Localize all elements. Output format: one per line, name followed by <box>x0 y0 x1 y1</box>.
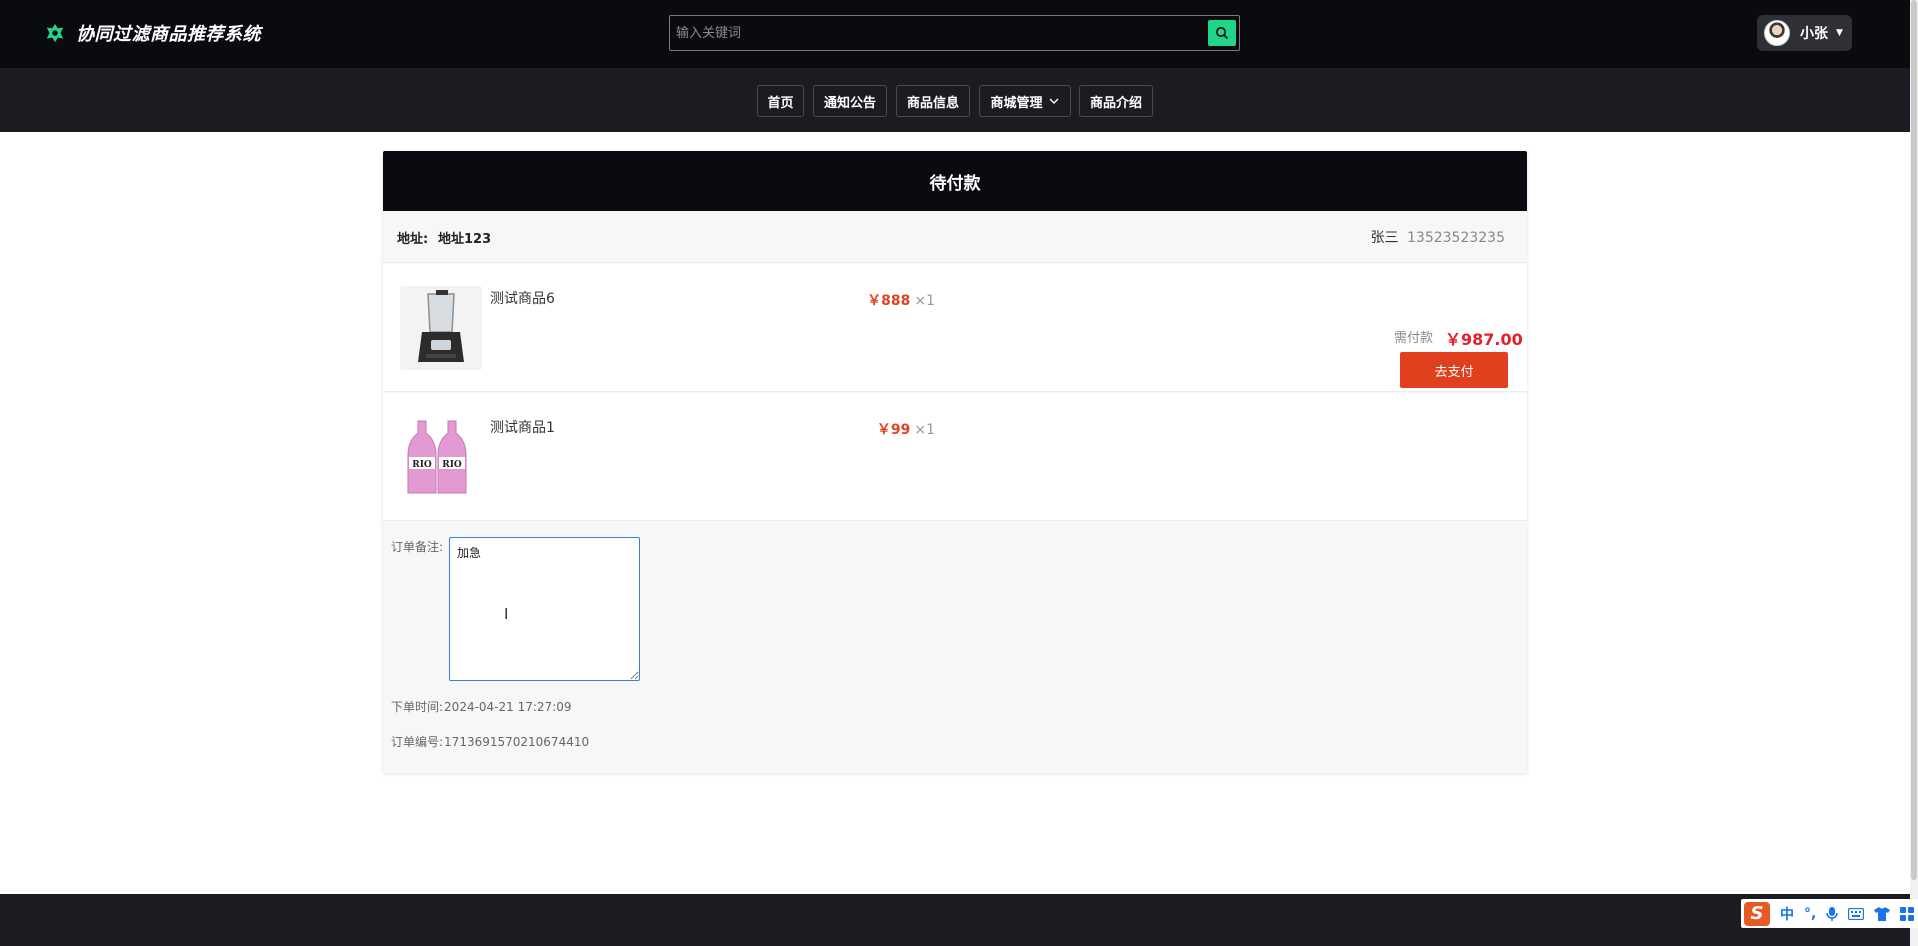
keyboard-icon[interactable] <box>1848 907 1865 920</box>
microphone-icon[interactable] <box>1826 906 1839 922</box>
skin-shirt-icon[interactable] <box>1874 906 1891 921</box>
svg-text:RIO: RIO <box>412 460 432 470</box>
product-price: ￥888 ×1 <box>867 290 935 310</box>
quantity: ×1 <box>914 422 935 438</box>
price-value: ￥99 <box>876 422 911 438</box>
quantity: ×1 <box>914 293 935 309</box>
order-number-value: 1713691570210674410 <box>444 735 590 749</box>
ime-logo-icon[interactable]: S <box>1744 901 1770 926</box>
order-status-title: 待付款 <box>383 151 1527 211</box>
page-scrollbar[interactable] <box>1910 0 1918 946</box>
grid-menu-icon[interactable] <box>1900 906 1915 921</box>
address-value: 地址123 <box>438 232 492 247</box>
app-title: 协同过滤商品推荐系统 <box>76 24 261 45</box>
product-image[interactable] <box>400 286 482 370</box>
bottles-image: RIO RIO <box>400 415 482 499</box>
product-name[interactable]: 测试商品1 <box>490 417 555 437</box>
amount-due-value: ￥987.00 <box>1445 330 1523 349</box>
nav-item-label: 商城管理 <box>990 95 1043 111</box>
logo[interactable]: 协同过滤商品推荐系统 <box>44 20 261 46</box>
top-header: 协同过滤商品推荐系统 小张 ▼ <box>0 0 1918 68</box>
address-label: 地址: <box>397 232 429 247</box>
blender-image <box>400 286 482 370</box>
order-item: RIO RIO 测试商品1 ￥99 ×1 <box>383 393 1527 521</box>
recipient-phone: 13523523235 <box>1407 230 1505 246</box>
order-item: 测试商品6 ￥888 ×1 <box>383 264 1527 392</box>
amount-due-label: 需付款 <box>1394 331 1434 346</box>
nav-item-products[interactable]: 商品信息 <box>896 85 970 117</box>
order-time-value: 2024-04-21 17:27:09 <box>444 700 572 714</box>
search-input[interactable] <box>676 16 1196 50</box>
pay-button[interactable]: 去支付 <box>1400 352 1508 388</box>
svg-text:RIO: RIO <box>442 460 462 470</box>
price-value: ￥888 <box>867 293 911 309</box>
ime-mode-toggle[interactable]: 中 <box>1780 904 1794 924</box>
address-row: 地址: 地址123 张三 13523523235 <box>383 211 1527 263</box>
product-price: ￥99 ×1 <box>877 419 935 439</box>
logo-icon <box>46 23 64 43</box>
chevron-down-icon <box>1049 98 1058 104</box>
product-image[interactable]: RIO RIO <box>400 415 482 499</box>
order-number-label: 订单编号: <box>391 735 444 749</box>
scrollbar-thumb[interactable] <box>1911 0 1917 880</box>
caret-down-icon: ▼ <box>1836 28 1843 38</box>
nav-item-notices[interactable]: 通知公告 <box>813 85 887 117</box>
footer <box>0 894 1918 946</box>
user-menu[interactable]: 小张 ▼ <box>1757 15 1852 51</box>
user-name: 小张 <box>1800 26 1828 42</box>
nav-item-home[interactable]: 首页 <box>757 85 804 117</box>
order-card: 待付款 地址: 地址123 张三 13523523235 测试商品6 ￥888 ×… <box>383 151 1527 773</box>
order-time-label: 下单时间: <box>391 700 444 714</box>
recipient-name: 张三 <box>1370 230 1399 246</box>
nav-item-product-intro[interactable]: 商品介绍 <box>1079 85 1153 117</box>
avatar <box>1764 20 1790 46</box>
ime-toolbar[interactable]: S 中 °, <box>1741 899 1918 928</box>
ime-punctuation-toggle[interactable]: °, <box>1804 906 1816 922</box>
search-button[interactable] <box>1208 20 1236 46</box>
order-number-row: 订单编号:1713691570210674410 <box>391 733 589 750</box>
product-name[interactable]: 测试商品6 <box>490 288 555 308</box>
main-nav: 首页 通知公告 商品信息 商城管理 商品介绍 <box>0 68 1918 132</box>
contact-info: 张三 13523523235 <box>1371 227 1505 247</box>
text-cursor-icon: I <box>504 605 509 623</box>
search-bar <box>669 15 1240 51</box>
order-time-row: 下单时间:2024-04-21 17:27:09 <box>391 698 572 715</box>
order-note-label: 订单备注: <box>391 540 444 554</box>
search-icon <box>1216 27 1229 40</box>
nav-item-mall-management[interactable]: 商城管理 <box>979 85 1071 117</box>
order-note-textarea[interactable]: 加急 <box>449 537 640 681</box>
